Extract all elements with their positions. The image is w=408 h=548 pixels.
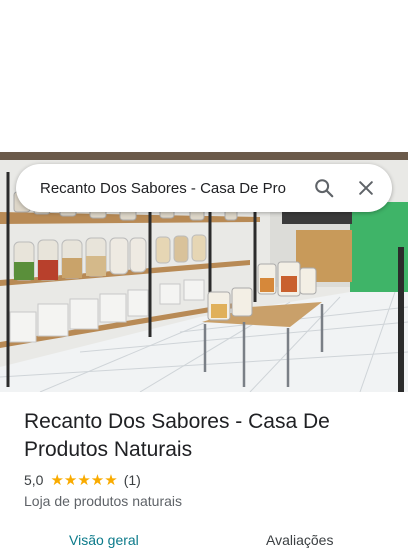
search-input[interactable]: Recanto Dos Sabores - Casa De Pro: [40, 180, 298, 197]
search-button[interactable]: [308, 172, 340, 204]
place-title: Recanto Dos Sabores - Casa De Produtos N…: [24, 410, 330, 461]
close-icon: [359, 181, 373, 195]
review-count[interactable]: (1): [124, 472, 141, 488]
rating-value: 5,0: [24, 472, 44, 488]
search-bar[interactable]: Recanto Dos Sabores - Casa De Pro: [16, 164, 392, 212]
place-category[interactable]: Loja de produtos naturais: [24, 493, 182, 509]
rating-stars: ★★★★★: [50, 472, 118, 489]
close-button[interactable]: [350, 172, 382, 204]
tab-reviews[interactable]: Avaliações: [266, 532, 333, 548]
search-icon: [315, 179, 334, 198]
rating-row[interactable]: 5,0 ★★★★★ (1): [24, 471, 141, 489]
tab-overview[interactable]: Visão geral: [69, 532, 139, 548]
